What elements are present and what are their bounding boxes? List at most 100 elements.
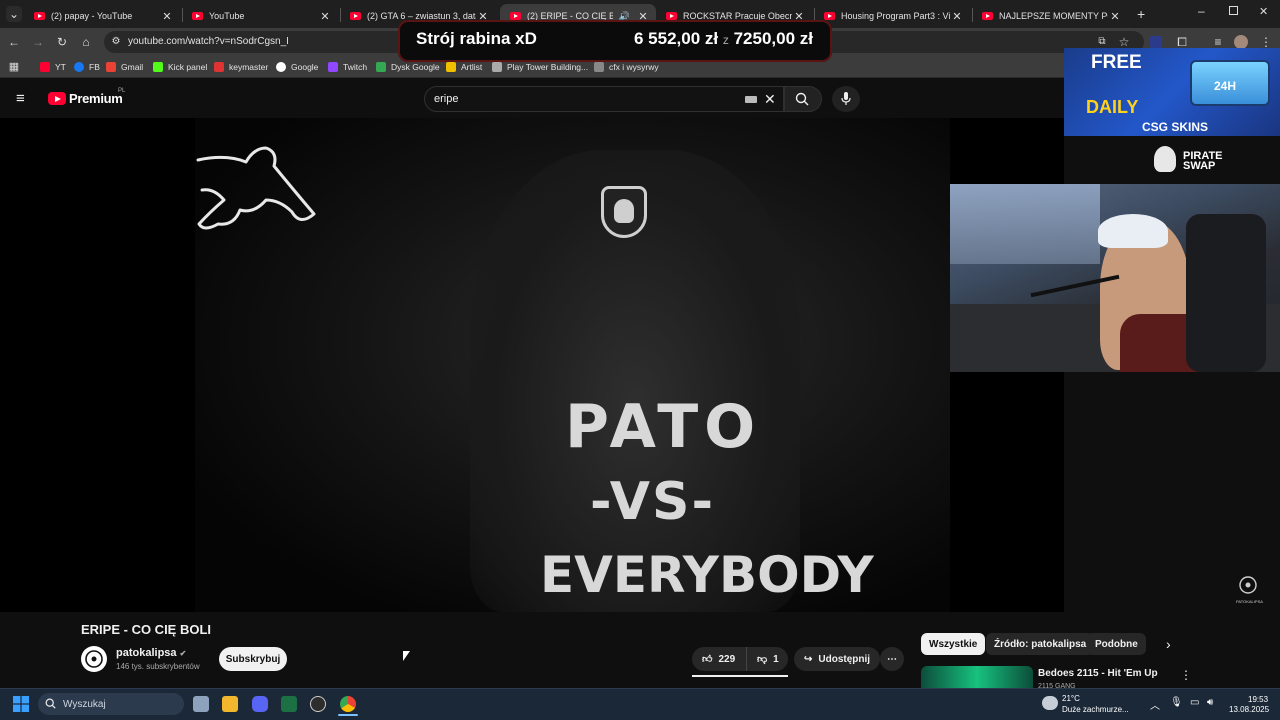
youtube-favicon-icon bbox=[982, 12, 993, 20]
pirateswap-text-2: SWAP bbox=[1183, 160, 1216, 172]
site-info-icon[interactable]: ⚙ bbox=[108, 34, 124, 50]
bookmark-label: Google bbox=[291, 62, 319, 72]
volume-icon[interactable]: 🔊︎ bbox=[1207, 697, 1213, 708]
search-value[interactable]: eripe bbox=[434, 93, 458, 105]
next-video-menu-icon[interactable]: ⋮ bbox=[1180, 668, 1192, 682]
apps-grid-icon[interactable]: ▦ bbox=[6, 59, 22, 75]
chrome-icon[interactable] bbox=[340, 696, 356, 712]
back-icon[interactable]: ← bbox=[6, 34, 22, 50]
network-icon[interactable]: ▭ bbox=[1190, 697, 1199, 708]
chip-related[interactable]: Podobne bbox=[1087, 633, 1146, 655]
bookmark-play-tower[interactable]: Play Tower Building... bbox=[492, 60, 588, 74]
weather-icon[interactable] bbox=[1042, 696, 1058, 710]
tab-youtube[interactable]: YouTube ✕ bbox=[182, 4, 338, 28]
reload-icon[interactable]: ↻ bbox=[54, 34, 70, 50]
forward-icon[interactable]: → bbox=[30, 34, 46, 50]
subscribe-button[interactable]: Subskrybuj bbox=[219, 647, 287, 671]
jersey-text-line2: -VS- bbox=[590, 472, 716, 532]
bookmark-kick-panel[interactable]: Kick panel bbox=[153, 60, 207, 74]
channel-name[interactable]: patokalipsa ✔ bbox=[116, 647, 186, 659]
facebook-icon bbox=[74, 62, 84, 72]
hamburger-menu-icon[interactable]: ≡ bbox=[16, 90, 25, 107]
artlist-icon bbox=[446, 62, 456, 72]
clock-date[interactable]: 13.08.2025 bbox=[1229, 705, 1269, 714]
bookmark-artlist[interactable]: Artlist bbox=[446, 60, 482, 74]
bookmark-google[interactable]: Google bbox=[276, 60, 318, 74]
google-drive-icon bbox=[376, 62, 386, 72]
jersey-text-line1: PATO bbox=[565, 392, 762, 462]
tab-najlepsze[interactable]: NAJLEPSZE MOMENTY POLSKI ✕ bbox=[972, 4, 1128, 28]
task-view-icon[interactable] bbox=[193, 696, 209, 712]
bookmark-fb[interactable]: FB bbox=[74, 60, 100, 74]
bookmark-cfx[interactable]: cfx i wysyrwy bbox=[594, 60, 659, 74]
ad-daily-text: DAILY bbox=[1086, 97, 1139, 117]
bookmark-label: YT bbox=[55, 62, 66, 72]
clock-time[interactable]: 19:53 bbox=[1248, 695, 1268, 704]
chip-source[interactable]: Źródło: patokalipsa bbox=[986, 633, 1095, 655]
url-text[interactable]: youtube.com/watch?v=nSodrCgsn_I bbox=[128, 36, 289, 47]
taskbar-search[interactable] bbox=[38, 693, 184, 715]
dislike-button[interactable]: 👎︎ 1 bbox=[746, 647, 788, 671]
search-icon bbox=[45, 698, 56, 709]
youtube-premium-label[interactable]: Premium bbox=[69, 91, 123, 106]
tab-label: YouTube bbox=[209, 11, 245, 21]
excel-icon[interactable] bbox=[281, 696, 297, 712]
new-tab-button[interactable]: + bbox=[1137, 6, 1145, 22]
discord-icon[interactable] bbox=[252, 696, 268, 712]
youtube-favicon-icon bbox=[666, 12, 677, 20]
like-progress-bar bbox=[692, 675, 788, 677]
search-icon bbox=[795, 92, 809, 106]
tab-papay[interactable]: (2) papay - YouTube ✕ bbox=[24, 4, 180, 28]
more-actions-button[interactable]: ⋯ bbox=[880, 647, 904, 671]
file-explorer-icon[interactable] bbox=[222, 696, 238, 712]
tray-mic-icon[interactable]: 🎙︎ bbox=[1170, 697, 1183, 708]
obs-icon[interactable] bbox=[310, 696, 326, 712]
youtube-favicon-icon bbox=[192, 12, 203, 20]
taskbar-search-placeholder[interactable]: Wyszukaj bbox=[63, 699, 106, 710]
subscriber-count: 146 tys. subskrybentów bbox=[116, 662, 200, 671]
bookmark-yt[interactable]: YT bbox=[40, 60, 66, 74]
tab-housing[interactable]: Housing Program Part3 : Vinew ✕ bbox=[814, 4, 970, 28]
bookmark-icon bbox=[492, 62, 502, 72]
patokalipsa-watermark-icon bbox=[1239, 576, 1257, 594]
close-tab-icon[interactable]: ✕ bbox=[160, 10, 174, 23]
home-icon[interactable]: ⌂ bbox=[78, 34, 94, 50]
profile-avatar[interactable] bbox=[1234, 35, 1248, 49]
search-input[interactable] bbox=[424, 86, 784, 112]
youtube-favicon-icon bbox=[34, 12, 45, 20]
bookmark-keymaster[interactable]: keymaster bbox=[214, 60, 268, 74]
video-watermark-text: PATOKALIPSA bbox=[1236, 599, 1263, 604]
close-tab-icon[interactable]: ✕ bbox=[950, 10, 964, 23]
next-video-title[interactable]: Bedoes 2115 - Hit 'Em Up bbox=[1038, 668, 1158, 679]
kick-icon bbox=[153, 62, 163, 72]
close-tab-icon[interactable]: ✕ bbox=[1108, 10, 1122, 23]
keyboard-icon[interactable] bbox=[745, 96, 757, 103]
twitch-icon bbox=[328, 62, 338, 72]
channel-avatar[interactable] bbox=[81, 646, 107, 672]
bookmark-label: Gmail bbox=[121, 62, 144, 72]
chip-all[interactable]: Wszystkie bbox=[921, 633, 986, 655]
clear-search-icon[interactable]: ✕ bbox=[764, 91, 776, 108]
close-window-icon[interactable]: ✕ bbox=[1259, 5, 1268, 18]
like-button[interactable]: 👍︎ 229 bbox=[692, 647, 746, 671]
weather-description[interactable]: Duże zachmurze... bbox=[1062, 705, 1129, 714]
youtube-favicon-icon bbox=[824, 12, 835, 20]
tab-search-icon[interactable]: ⌄ bbox=[6, 6, 22, 22]
chip-next-icon[interactable]: › bbox=[1166, 636, 1171, 652]
donation-amount: 6 552,00 zł bbox=[634, 29, 719, 48]
weather-temperature[interactable]: 21°C bbox=[1062, 694, 1080, 703]
youtube-logo-icon[interactable] bbox=[48, 92, 66, 105]
bookmark-dysk-google[interactable]: Dysk Google bbox=[376, 60, 440, 74]
share-button[interactable]: ↪ Udostępnij bbox=[794, 647, 881, 671]
bookmark-twitch[interactable]: Twitch bbox=[328, 60, 367, 74]
tray-chevron-icon[interactable]: ︿ bbox=[1150, 697, 1160, 712]
maximize-icon[interactable] bbox=[1229, 6, 1238, 15]
minimize-icon[interactable]: – bbox=[1198, 4, 1205, 18]
bookmark-gmail[interactable]: Gmail bbox=[106, 60, 143, 74]
windows-start-icon[interactable] bbox=[13, 696, 29, 712]
extension-icon[interactable] bbox=[1150, 36, 1162, 48]
next-video-thumbnail[interactable] bbox=[921, 666, 1033, 688]
folder-icon bbox=[594, 62, 604, 72]
donation-goal: 7250,00 zł bbox=[733, 29, 813, 48]
close-tab-icon[interactable]: ✕ bbox=[318, 10, 332, 23]
